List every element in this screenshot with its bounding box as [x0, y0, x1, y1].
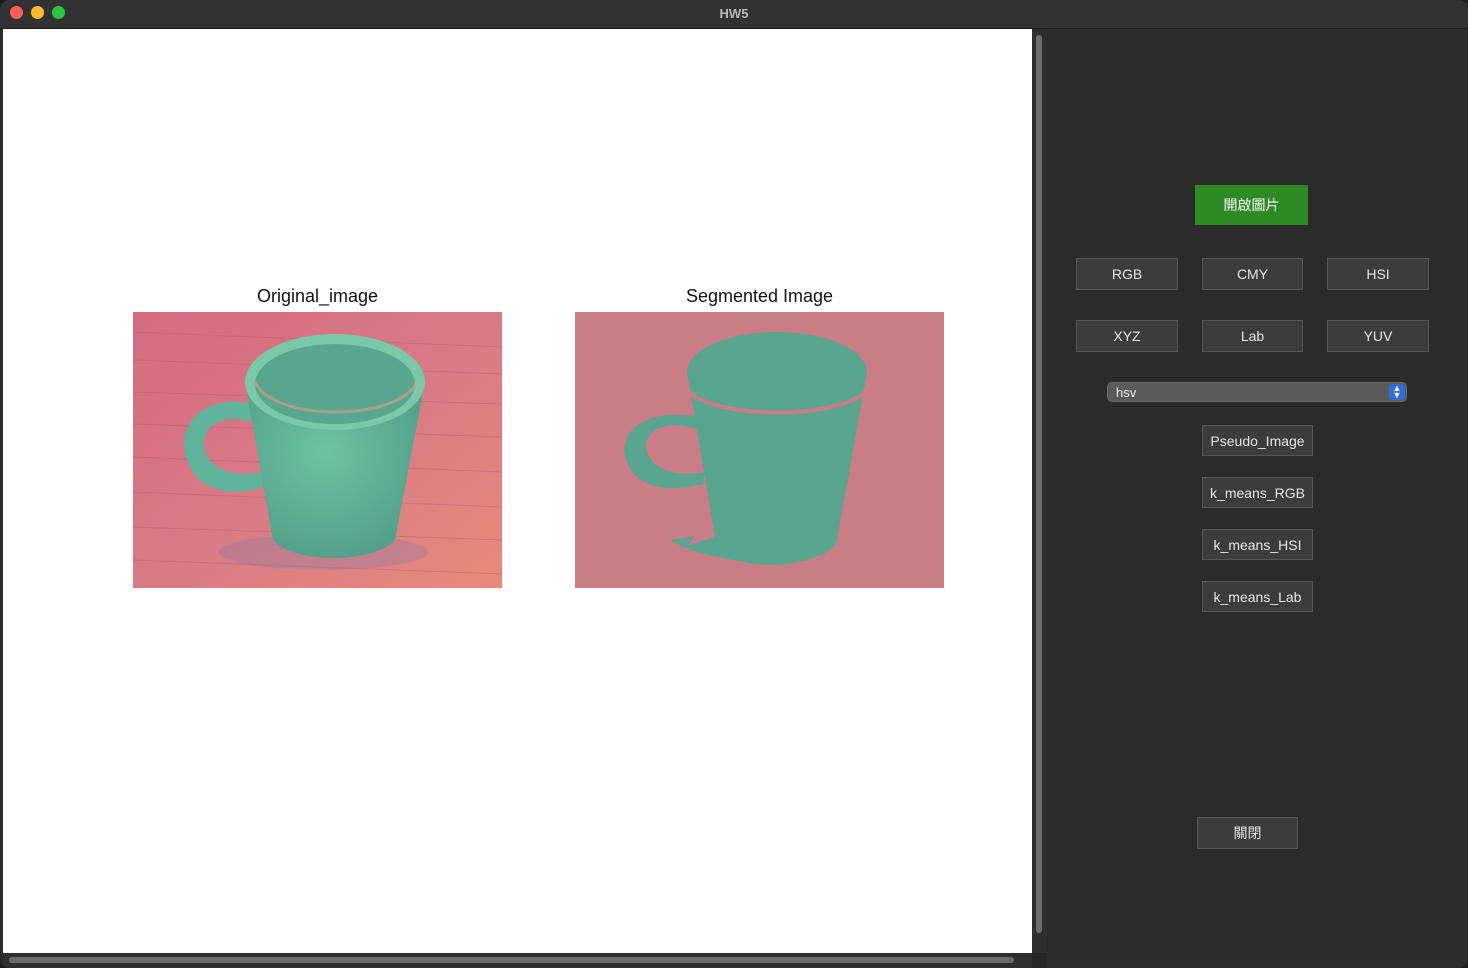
- rgb-button[interactable]: RGB: [1076, 258, 1178, 290]
- segmented-image-graphic: [575, 312, 944, 588]
- pseudo-image-button[interactable]: Pseudo_Image: [1202, 425, 1313, 456]
- original-image: [133, 312, 502, 588]
- scrollbar-corner: [1032, 953, 1047, 968]
- yuv-button[interactable]: YUV: [1327, 320, 1429, 352]
- title-bar: HW5: [0, 0, 1468, 29]
- xyz-button[interactable]: XYZ: [1076, 320, 1178, 352]
- lab-button[interactable]: Lab: [1202, 320, 1303, 352]
- kmeans-rgb-button[interactable]: k_means_RGB: [1202, 477, 1313, 508]
- segmented-image-title: Segmented Image: [685, 286, 834, 306]
- open-image-button[interactable]: 開啟圖片: [1195, 185, 1308, 225]
- segmented-image: [575, 312, 944, 588]
- close-button[interactable]: 關閉: [1197, 817, 1298, 849]
- chevron-updown-icon: ▲ ▼: [1389, 384, 1405, 400]
- colorspace-select-value: hsv: [1116, 385, 1137, 400]
- kmeans-lab-button[interactable]: k_means_Lab: [1202, 581, 1313, 612]
- horizontal-scrollbar[interactable]: [3, 953, 1032, 968]
- hsi-button[interactable]: HSI: [1327, 258, 1429, 290]
- cmy-button[interactable]: CMY: [1202, 258, 1303, 290]
- original-image-title: Original_image: [256, 286, 379, 306]
- vertical-scrollbar[interactable]: [1032, 29, 1047, 953]
- horizontal-scroll-thumb[interactable]: [9, 957, 1014, 963]
- app-window: HW5 Original_image Segmented Image 開啟圖片 …: [0, 0, 1468, 968]
- kmeans-hsi-button[interactable]: k_means_HSI: [1202, 529, 1313, 560]
- vertical-scroll-thumb[interactable]: [1036, 35, 1042, 933]
- figure-canvas: Original_image Segmented Image: [3, 29, 1032, 953]
- colorspace-select[interactable]: hsv ▲ ▼: [1107, 382, 1407, 402]
- window-title: HW5: [719, 6, 749, 21]
- original-image-graphic: [133, 312, 502, 588]
